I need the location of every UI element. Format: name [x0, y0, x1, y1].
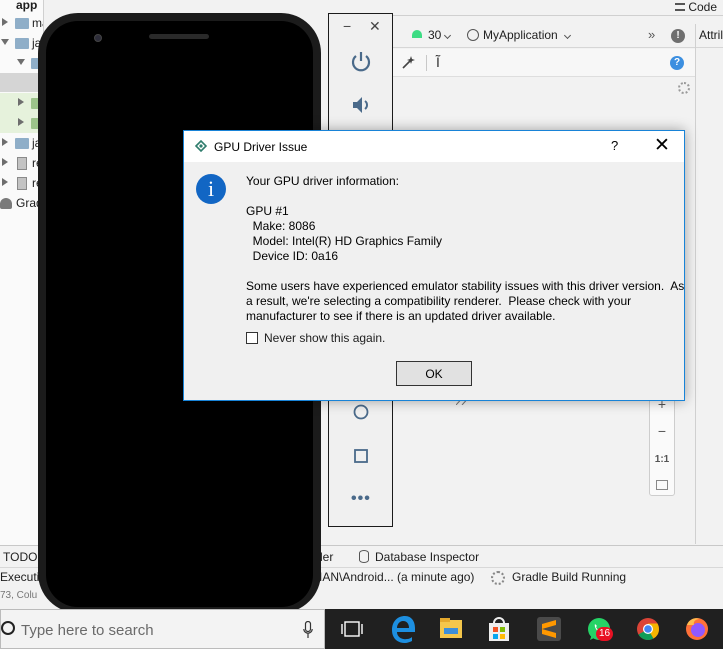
- search-icon: [1, 621, 15, 635]
- tree-item-manifests[interactable]: ma: [0, 13, 43, 33]
- folder-icon: [15, 138, 29, 149]
- collapse-arrow-icon[interactable]: [1, 39, 9, 45]
- gradle-icon: [0, 198, 12, 209]
- design-toolbar: Ĩ ?: [392, 49, 695, 77]
- gpu-model: Model: Intel(R) HD Graphics Family: [246, 234, 443, 248]
- edge-browser-icon[interactable]: [379, 609, 427, 649]
- folder-icon: [15, 38, 29, 49]
- power-icon[interactable]: [348, 48, 374, 74]
- microsoft-store-icon[interactable]: [475, 609, 523, 649]
- search-placeholder: Type here to search: [21, 622, 154, 639]
- emulator-minimize-button[interactable]: −: [343, 18, 351, 34]
- resource-file-icon: [17, 157, 27, 170]
- emulator-app-icon: [195, 140, 207, 152]
- overview-icon[interactable]: [348, 443, 374, 469]
- stability-message-line: manufacturer to see if there is an updat…: [246, 309, 556, 323]
- infer-constraints-icon[interactable]: [400, 55, 416, 71]
- layout-toolbar: 30 MyApplication » !: [392, 24, 723, 48]
- zoom-out-button[interactable]: −: [650, 423, 674, 439]
- chevron-down-icon[interactable]: [563, 31, 572, 40]
- stability-message-line: a result, we're selecting a compatibilit…: [246, 294, 632, 308]
- file-explorer-icon[interactable]: [427, 609, 475, 649]
- android-api-icon[interactable]: [412, 30, 422, 38]
- zoom-actual-size-button[interactable]: 1:1: [650, 454, 674, 465]
- theme-select[interactable]: MyApplication: [483, 28, 558, 42]
- earpiece-speaker: [149, 34, 209, 39]
- expand-arrow-icon[interactable]: [2, 138, 8, 146]
- tree-item-label: ma: [32, 16, 43, 30]
- expand-arrow-icon[interactable]: [2, 178, 8, 186]
- zoom-to-fit-icon[interactable]: [656, 480, 668, 490]
- code-view-tab[interactable]: Code: [688, 0, 717, 14]
- gpu-info-heading: Your GPU driver information:: [246, 174, 399, 188]
- cursor-position[interactable]: 73, Colu: [0, 590, 37, 601]
- windows-taskbar: Type here to search: [0, 609, 723, 649]
- todo-tab[interactable]: TODO: [3, 550, 37, 564]
- gpu-make: Make: 8086: [246, 219, 316, 233]
- chrome-icon[interactable]: [624, 609, 672, 649]
- dialog-close-button[interactable]: ✕: [652, 134, 672, 157]
- database-inspector-tab[interactable]: Database Inspector: [375, 550, 479, 564]
- ok-button[interactable]: OK: [396, 361, 472, 386]
- theme-icon[interactable]: [467, 29, 479, 41]
- warning-icon[interactable]: !: [671, 29, 685, 43]
- gradle-progress-icon: [491, 571, 505, 585]
- default-margins-icon[interactable]: Ĩ: [436, 54, 440, 70]
- whatsapp-unread-badge: 16: [596, 627, 613, 641]
- gpu-number: GPU #1: [246, 204, 289, 218]
- chevron-down-icon[interactable]: [443, 31, 452, 40]
- status-event-log[interactable]: IAN\Android... (a minute ago): [319, 570, 474, 584]
- home-icon[interactable]: [348, 399, 374, 425]
- dialog-message: Your GPU driver information: GPU #1 Make…: [246, 174, 685, 324]
- info-icon: i: [196, 174, 226, 204]
- volume-up-icon[interactable]: [348, 92, 374, 118]
- help-icon[interactable]: ?: [670, 56, 684, 70]
- dialog-help-button[interactable]: ?: [611, 138, 618, 153]
- task-view-icon[interactable]: [328, 609, 376, 649]
- gradle-build-status[interactable]: Gradle Build Running: [512, 570, 626, 584]
- toolbar-divider: [426, 55, 427, 71]
- checkbox-label[interactable]: Never show this again.: [264, 331, 385, 345]
- resource-file-icon: [17, 177, 27, 190]
- expand-arrow-icon[interactable]: [2, 158, 8, 166]
- front-camera: [94, 34, 102, 42]
- attributes-panel-tab[interactable]: Attril: [699, 28, 723, 42]
- more-actions-icon[interactable]: »: [648, 27, 655, 42]
- code-view-icon[interactable]: [675, 3, 685, 11]
- firefox-icon[interactable]: [673, 609, 721, 649]
- zoom-controls: + − 1:1: [649, 391, 675, 496]
- editor-mode-strip: Code: [392, 0, 723, 16]
- expand-arrow-icon[interactable]: [2, 18, 8, 26]
- emulator-close-button[interactable]: ✕: [369, 18, 381, 35]
- expand-arrow-icon[interactable]: [18, 118, 24, 126]
- attributes-divider: [695, 24, 696, 544]
- status-message: Executi: [0, 570, 40, 584]
- folder-icon: [15, 18, 29, 29]
- sublime-text-icon[interactable]: [525, 609, 573, 649]
- taskbar-search-box[interactable]: Type here to search: [0, 609, 325, 649]
- gpu-device-id: Device ID: 0a16: [246, 249, 339, 263]
- collapse-arrow-icon[interactable]: [17, 59, 25, 65]
- dialog-titlebar[interactable]: GPU Driver Issue ? ✕: [184, 131, 684, 162]
- dialog-title: GPU Driver Issue: [214, 140, 308, 154]
- microphone-icon[interactable]: [303, 621, 313, 639]
- api-level-select[interactable]: 30: [428, 28, 441, 42]
- expand-arrow-icon[interactable]: [18, 98, 24, 106]
- more-options-icon[interactable]: •••: [351, 490, 371, 508]
- profiler-tab[interactable]: ler: [320, 550, 333, 564]
- loading-spinner-icon: [678, 82, 690, 94]
- database-icon: [359, 550, 369, 563]
- gpu-driver-issue-dialog: GPU Driver Issue ? ✕ i Your GPU driver i…: [183, 130, 685, 401]
- stability-message-line: Some users have experienced emulator sta…: [246, 279, 685, 293]
- checkbox-box[interactable]: [246, 332, 258, 344]
